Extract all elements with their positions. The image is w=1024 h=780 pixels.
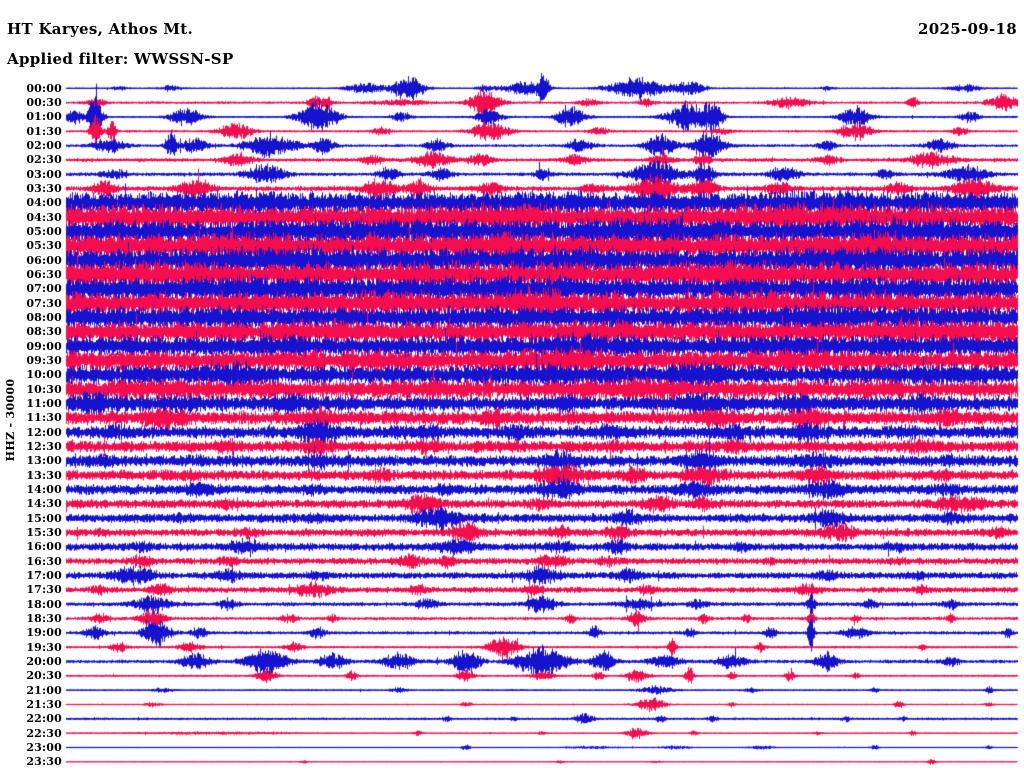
station-title: HT Karyes, Athos Mt. (7, 20, 193, 38)
record-date: 2025-09-18 (918, 20, 1017, 38)
channel-scale-label: HHZ - 30000 (4, 378, 17, 462)
seismogram-traces (0, 0, 1024, 780)
helicorder-view: HT Karyes, Athos Mt. 2025-09-18 Applied … (0, 0, 1024, 780)
filter-label: Applied filter: WWSSN-SP (7, 50, 234, 68)
